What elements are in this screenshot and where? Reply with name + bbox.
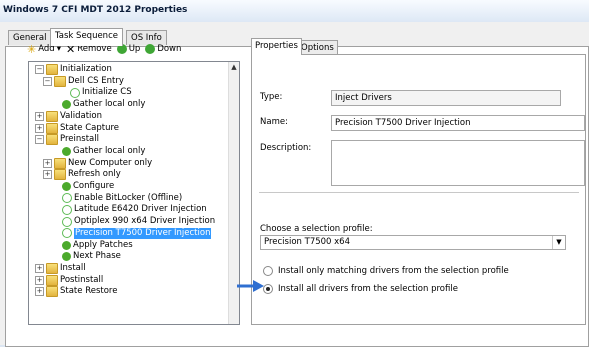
folder-icon [46,286,58,298]
tree-item[interactable]: Apply Patches [51,240,133,251]
folder-icon [46,110,58,122]
tree-item[interactable]: + New Computer only [43,157,153,169]
tree-item[interactable]: Gather local only [51,99,145,110]
radio-install-all[interactable]: Install all drivers from the selection p… [263,284,458,294]
tree-item-label: Apply Patches [73,239,133,250]
check-disabled-icon [62,204,72,215]
add-icon: ✳ [27,42,37,56]
tree-item-label: Configure [73,181,115,191]
tree-item[interactable]: Gather local only [51,146,145,157]
tree-item-label: Optiplex 990 x64 Driver Injection [74,216,216,227]
tree-item-label: State Capture [60,122,119,133]
folder-icon [46,122,58,134]
description-field[interactable] [331,140,585,186]
tree-item-label: Enable BitLocker (Offline) [74,192,183,203]
separator [259,192,579,193]
type-label: Type: [260,92,283,102]
radio-matching-label: Install only matching drivers from the s… [278,266,509,276]
expand-icon[interactable]: + [35,275,44,285]
folder-icon [54,75,66,87]
radio-matching-button[interactable] [263,266,273,276]
tree-item[interactable]: + Refresh only [43,169,121,181]
tree-item[interactable]: Enable BitLocker (Offline) [51,193,182,204]
tree-item-label: New Computer only [68,157,153,168]
type-field: Inject Drivers [331,90,561,106]
window-title: Windows 7 CFI MDT 2012 Properties [3,5,188,15]
check-disabled-icon [62,193,72,204]
chevron-down-icon[interactable]: ▼ [552,236,565,249]
expand-icon[interactable]: + [35,111,44,121]
scroll-up-icon[interactable]: ▲ [230,63,238,71]
folder-icon [54,169,66,181]
check-disabled-icon [62,216,72,227]
down-label: Down [157,44,182,54]
tree-item[interactable]: − Dell CS Entry [43,75,124,87]
radio-install-matching[interactable]: Install only matching drivers from the s… [263,266,509,276]
check-icon [62,146,71,156]
tree-item[interactable]: + Validation [35,110,102,122]
tree-item-label: Postinstall [60,274,104,285]
tree-item-label: Refresh only [68,169,121,180]
check-icon [62,100,71,110]
tree-item-label: Gather local only [73,145,146,156]
tree-item-label: Validation [60,110,102,121]
tree-item[interactable]: − Initialization [35,64,112,75]
collapse-icon[interactable]: − [43,76,52,86]
tree-item[interactable]: Next Phase [51,251,121,262]
check-icon [62,252,71,262]
tree-item[interactable]: Configure [51,181,114,192]
tree-item-label: Next Phase [73,251,121,262]
name-field[interactable]: Precision T7500 Driver Injection [331,115,585,131]
tree-item[interactable]: + Postinstall [35,274,104,286]
title-bar: Windows 7 CFI MDT 2012 Properties [0,0,589,23]
check-disabled-icon [70,87,80,98]
tree-item-label: State Restore [60,286,118,297]
tree-item-label: Precision T7500 Driver Injection [74,227,212,239]
pointer-arrow-icon [237,280,264,292]
folder-icon [46,64,58,75]
radio-all-label: Install all drivers from the selection p… [278,284,458,294]
folder-icon [46,262,58,274]
tab-options[interactable]: Options [297,40,338,55]
tree-item[interactable]: − Preinstall [35,134,99,146]
expand-icon[interactable]: + [43,170,52,180]
down-button[interactable]: Down [145,44,181,54]
tree-item-label: Gather local only [73,99,146,110]
folder-icon [46,134,58,146]
tree-item[interactable]: + Install [35,262,86,274]
task-sequence-tree[interactable]: − Initialization − Dell CS Entry Initialize … [28,61,240,325]
folder-icon [54,157,66,169]
tree-item[interactable]: Precision T7500 Driver Injection [51,227,212,239]
selection-profile-value: Precision T7500 x64 [264,237,351,247]
check-icon [62,182,71,191]
tree-item[interactable]: + State Capture [35,122,119,134]
expand-icon[interactable]: + [35,263,44,273]
check-icon [62,240,71,250]
collapse-icon[interactable]: − [35,135,44,145]
tree-item-label: Install [60,262,86,273]
tree-item-label: Preinstall [60,134,99,145]
profile-label: Choose a selection profile: [260,224,373,234]
tree-item[interactable]: Initialize CS [59,87,132,98]
down-icon [145,44,156,54]
tab-properties[interactable]: Properties [251,38,302,55]
collapse-icon[interactable]: − [35,65,44,74]
tab-task-sequence[interactable]: Task Sequence [50,28,123,46]
selection-profile-dropdown[interactable]: Precision T7500 x64 ▼ [260,235,566,250]
expand-icon[interactable]: + [35,123,44,133]
description-label: Description: [260,143,312,153]
tree-item-label: Initialization [60,64,112,74]
up-label: Up [128,44,141,54]
tree-item[interactable]: Optiplex 990 x64 Driver Injection [51,216,215,227]
tree-item[interactable]: + State Restore [35,286,118,298]
folder-icon [46,274,58,286]
tree-item-label: Initialize CS [82,87,132,98]
tree-item[interactable]: Latitude E6420 Driver Injection [51,204,207,215]
name-label: Name: [260,117,288,127]
tree-item-label: Dell CS Entry [68,75,124,86]
tree-item-label: Latitude E6420 Driver Injection [74,204,207,215]
expand-icon[interactable]: + [35,287,44,297]
check-disabled-icon [62,228,72,239]
expand-icon[interactable]: + [43,158,52,168]
